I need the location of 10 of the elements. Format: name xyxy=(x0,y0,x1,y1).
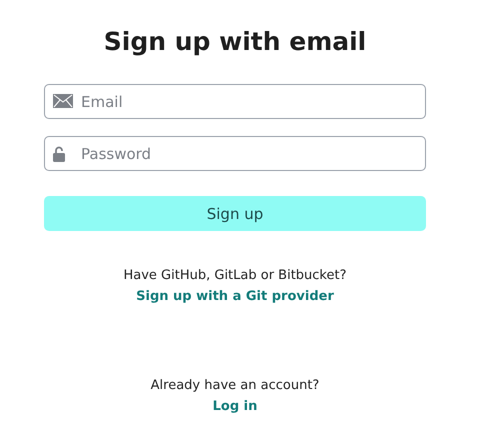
git-provider-link[interactable]: Sign up with a Git provider xyxy=(136,286,334,308)
page-title: Sign up with email xyxy=(102,27,368,56)
git-provider-prompt: Have GitHub, GitLab or Bitbucket? xyxy=(123,267,346,285)
sign-up-button[interactable]: Sign up xyxy=(44,196,426,231)
envelope-icon xyxy=(53,94,73,108)
email-field[interactable]: Email xyxy=(44,84,426,119)
password-field[interactable]: Password xyxy=(44,136,426,171)
login-prompt: Already have an account? xyxy=(150,377,320,395)
login-link[interactable]: Log in xyxy=(212,396,258,418)
padlock-icon xyxy=(53,146,65,162)
